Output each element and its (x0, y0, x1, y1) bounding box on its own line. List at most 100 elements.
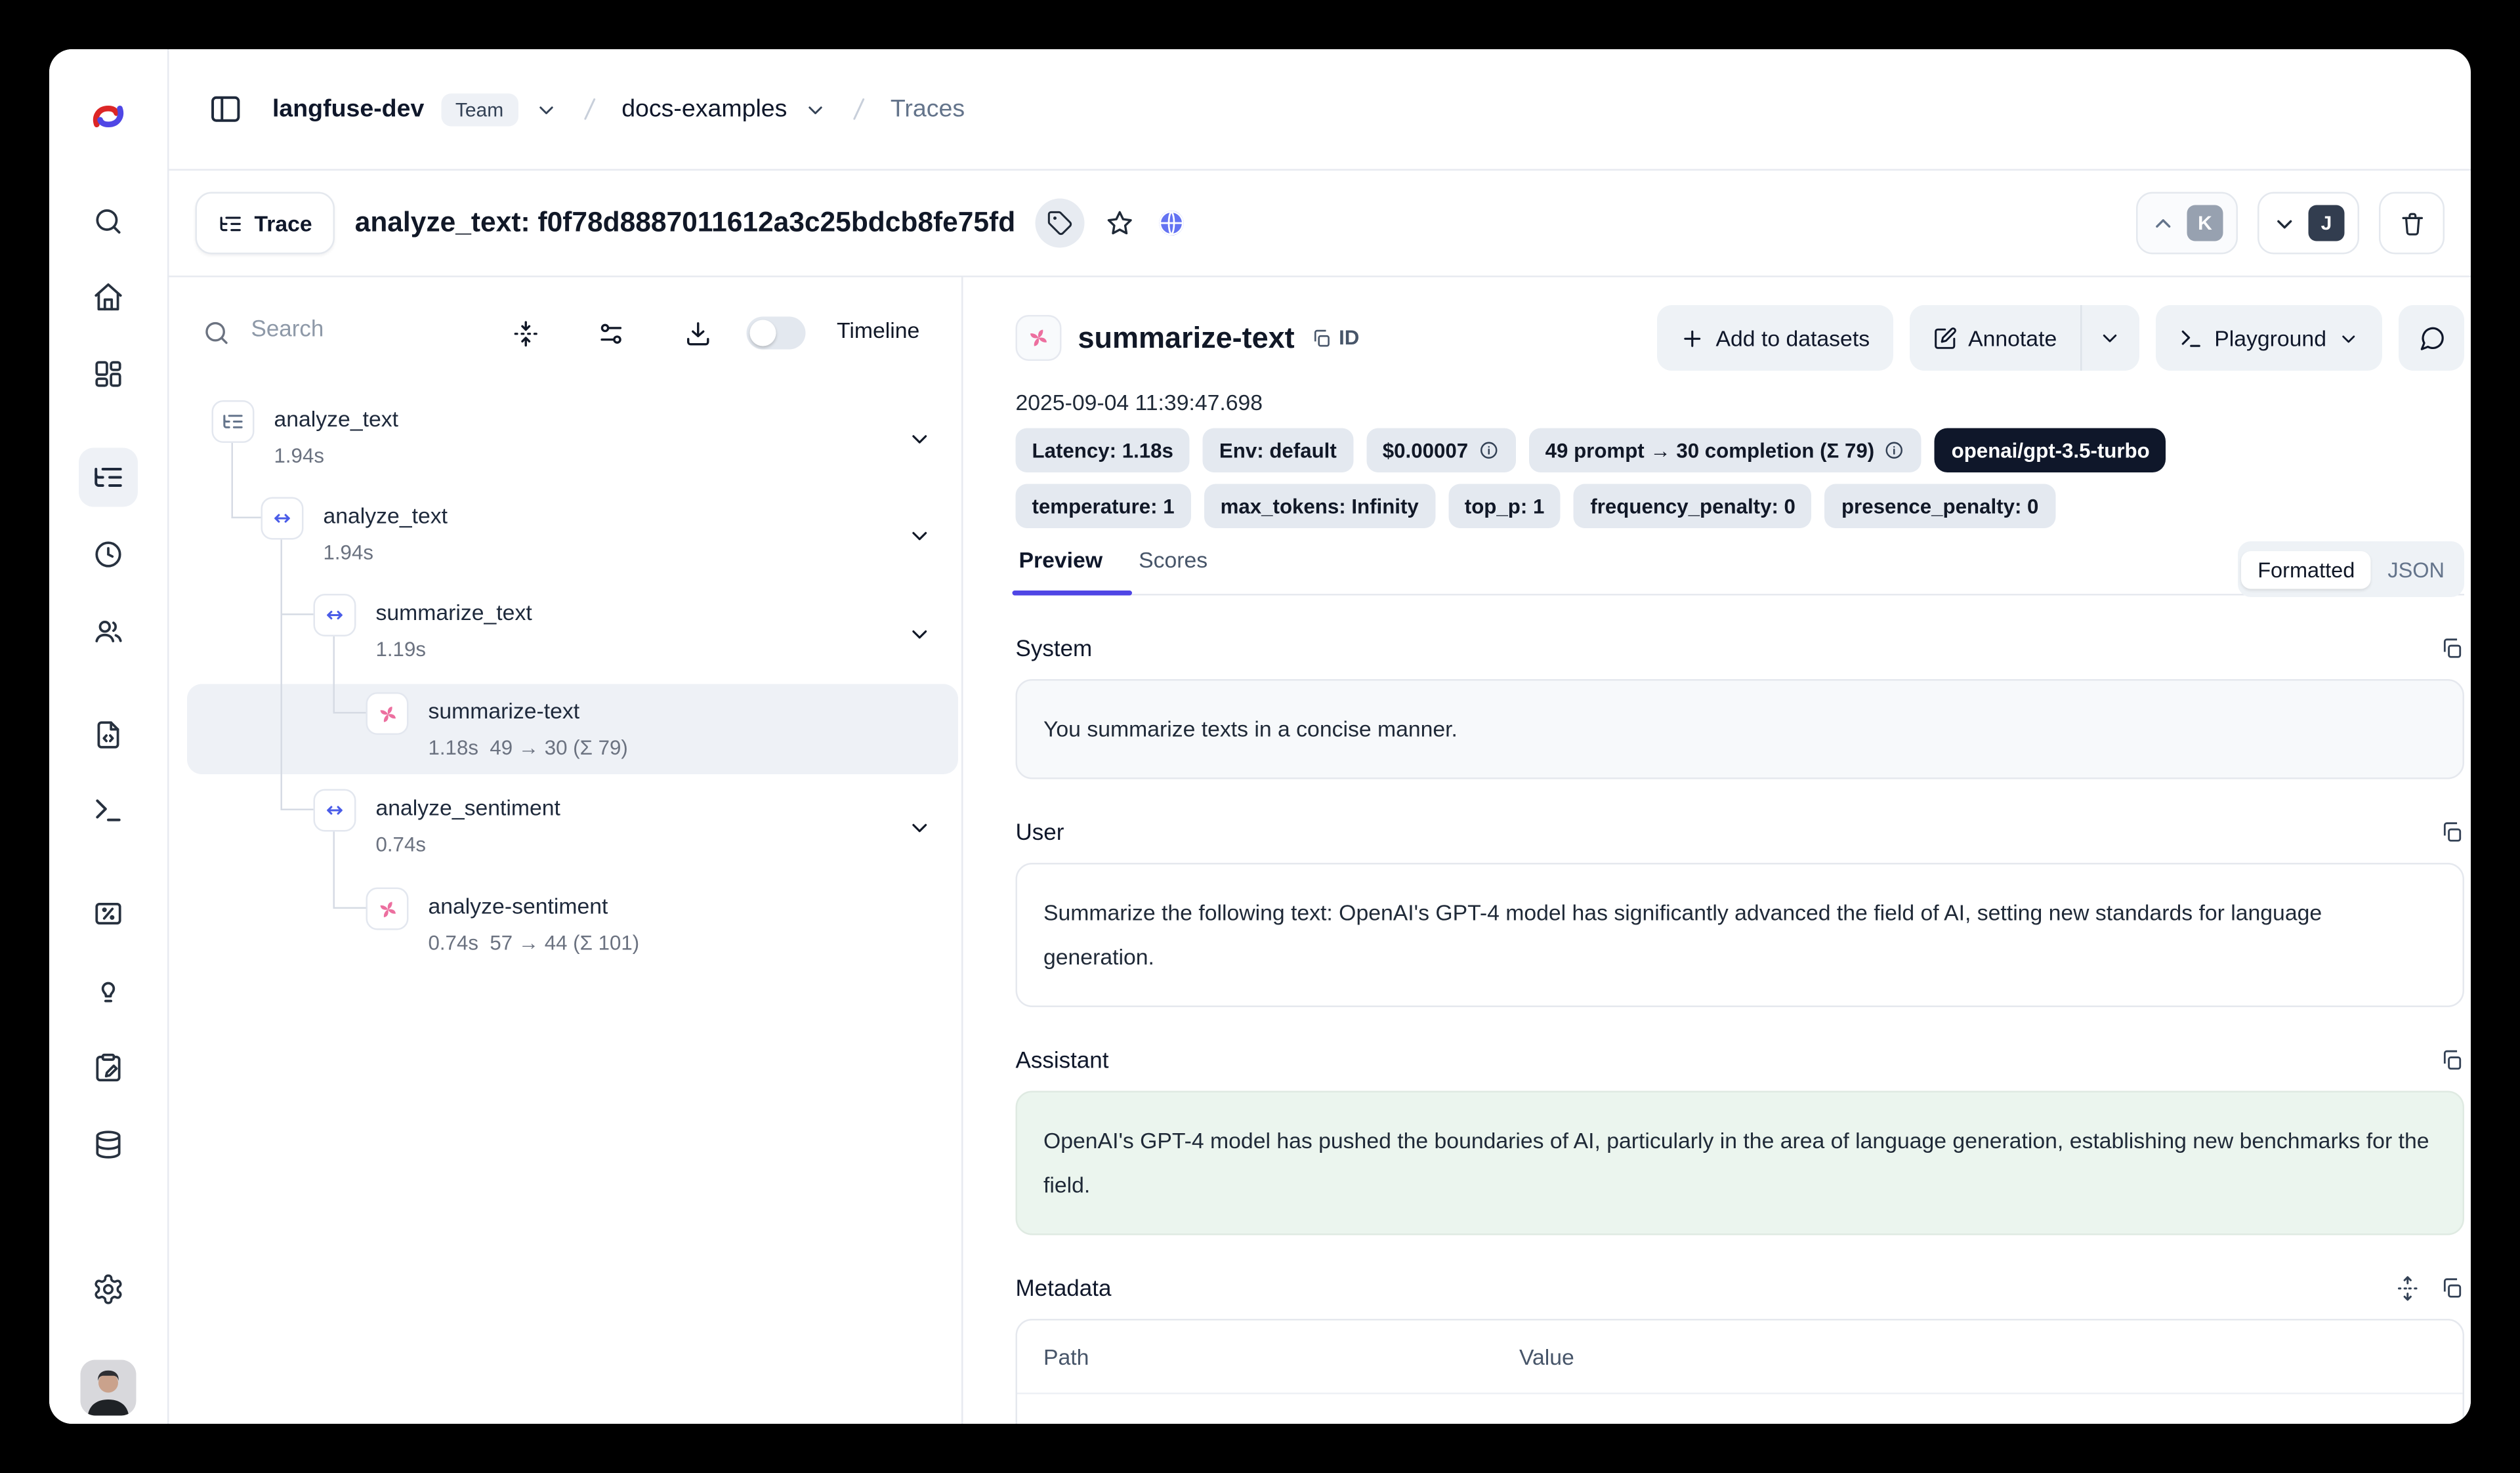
langfuse-logo-icon (87, 95, 130, 138)
scores-icon[interactable] (85, 891, 131, 937)
screen-background: langfuse-dev Team docs-examples Traces T… (0, 0, 2520, 1473)
project-chevron-down-icon[interactable] (803, 98, 826, 121)
copy-id-button[interactable]: ID (1311, 327, 1360, 350)
expand-vertical-icon[interactable] (2395, 1276, 2420, 1300)
project-name[interactable]: docs-examples (621, 95, 787, 123)
annotate-chevron-down-icon[interactable] (2080, 305, 2139, 371)
public-globe-icon[interactable] (1155, 207, 1188, 239)
annotation-queues-icon[interactable] (85, 1045, 131, 1091)
id-chip-label: ID (1339, 327, 1359, 350)
tree-node-label[interactable]: analyze_text (274, 407, 399, 433)
avatar[interactable] (81, 1360, 136, 1416)
detail-tabs: Preview Scores Formatted JSON (1016, 548, 2465, 596)
home-icon[interactable] (85, 274, 131, 320)
metadata-col-path: Path (1043, 1344, 1519, 1369)
tree-node-label[interactable]: analyze_sentiment (376, 796, 560, 822)
view-settings-icon[interactable] (587, 310, 633, 356)
prompts-icon[interactable] (85, 712, 131, 758)
system-message: You summarize texts in a concise manner. (1016, 679, 2465, 779)
tree-connector (232, 517, 261, 519)
chevron-down-icon[interactable] (908, 816, 933, 840)
datasets-icon[interactable] (85, 1122, 131, 1168)
trace-type-button[interactable]: Trace (196, 192, 335, 255)
tree-node-stats: 1.18s 49 → 30 (Σ 79) (429, 735, 628, 761)
model-params-row: temperature: 1 max_tokens: Infinity top_… (1016, 484, 2465, 529)
span-node-icon (314, 789, 356, 832)
chevron-down-icon[interactable] (908, 524, 933, 549)
tracing-icon[interactable] (79, 448, 138, 507)
tag-icon[interactable] (1035, 199, 1084, 248)
tab-preview[interactable]: Preview (1016, 548, 1106, 594)
comments-button[interactable] (2399, 305, 2464, 371)
sidebar-toggle-icon[interactable] (209, 92, 243, 127)
sessions-icon[interactable] (85, 531, 131, 577)
trace-title: analyze_text: f0f78d8887011612a3c25bdcb8… (355, 207, 1015, 239)
tree-node-label[interactable]: summarize_text (376, 600, 532, 627)
metadata-table-header: Path Value (1017, 1321, 2463, 1395)
dashboards-icon[interactable] (85, 351, 131, 397)
env-badge: Env: default (1203, 428, 1353, 473)
format-formatted-option[interactable]: Formatted (2241, 550, 2371, 589)
assistant-label: Assistant (1016, 1047, 1109, 1073)
chevron-down-icon[interactable] (908, 426, 933, 451)
trace-tree-panel: Timeline analyze_text 1.94s (169, 278, 963, 1424)
badges-row: Latency: 1.18s Env: default $0.00007 49 … (1016, 428, 2465, 473)
cost-badge[interactable]: $0.00007 (1366, 428, 1516, 473)
playground-button[interactable]: Playground (2155, 305, 2382, 371)
metadata-col-value: Value (1519, 1344, 1574, 1369)
breadcrumb-separator-icon (574, 94, 606, 125)
token-usage-badge[interactable]: 49 prompt → 30 completion (Σ 79) (1529, 428, 1922, 473)
tree-node-label[interactable]: analyze-sentiment (429, 894, 608, 921)
assistant-section: Assistant OpenAI's GPT-4 model has pushe… (1016, 1047, 2465, 1235)
annotate-button[interactable]: Annotate (1909, 305, 2080, 371)
next-shortcut-key: J (2309, 205, 2345, 241)
copy-icon[interactable] (2440, 1276, 2465, 1300)
next-trace-button[interactable]: J (2258, 192, 2359, 255)
format-json-option[interactable]: JSON (2371, 550, 2461, 589)
delete-trace-button[interactable] (2379, 192, 2445, 255)
users-icon[interactable] (85, 609, 131, 655)
trace-node-icon (212, 400, 255, 443)
search-icon[interactable] (85, 199, 131, 245)
star-icon[interactable] (1104, 207, 1135, 239)
param-badge: max_tokens: Infinity (1204, 484, 1435, 529)
span-node-icon (314, 594, 356, 636)
download-icon[interactable] (675, 310, 721, 356)
annotate-button-group: Annotate (1909, 305, 2139, 371)
model-badge[interactable]: openai/gpt-3.5-turbo (1935, 428, 2166, 473)
format-toggle: Formatted JSON (2238, 541, 2464, 597)
observation-detail-panel: summarize-text ID Add to datasets (963, 278, 2471, 1424)
page-title: Traces (891, 95, 965, 123)
tree-node-duration: 0.74s (376, 832, 426, 858)
tab-scores[interactable]: Scores (1135, 548, 1211, 594)
copy-icon[interactable] (2440, 1047, 2465, 1072)
timeline-toggle[interactable] (747, 317, 806, 350)
tree-connector (232, 440, 234, 517)
tree-node-label[interactable]: summarize-text (429, 699, 580, 725)
tree-node-label[interactable]: analyze_text (324, 504, 448, 530)
toggle-knob (750, 320, 776, 346)
tree-connector (281, 537, 283, 809)
metadata-section: Metadata Path Value (1016, 1275, 2465, 1424)
observation-timestamp: 2025-09-04 11:39:47.698 (1016, 390, 2465, 415)
tree-connector (333, 712, 366, 714)
settings-icon[interactable] (85, 1266, 131, 1312)
collapse-all-icon[interactable] (502, 310, 548, 356)
tree-connector (281, 613, 314, 615)
add-to-datasets-button[interactable]: Add to datasets (1657, 305, 1893, 371)
generation-node-icon (366, 692, 409, 735)
prev-trace-button[interactable]: K (2136, 192, 2238, 255)
copy-icon[interactable] (2440, 636, 2465, 661)
org-type-badge: Team (440, 93, 518, 125)
tree-connector (333, 633, 335, 712)
search-input[interactable] (248, 314, 452, 343)
param-badge: presence_penalty: 0 (1825, 484, 2055, 529)
org-chevron-down-icon[interactable] (535, 98, 558, 121)
breadcrumb: langfuse-dev Team docs-examples Traces (169, 49, 2471, 171)
content-split: Timeline analyze_text 1.94s (169, 278, 2471, 1424)
insights-icon[interactable] (85, 968, 131, 1014)
chevron-down-icon[interactable] (908, 622, 933, 647)
org-name[interactable]: langfuse-dev (272, 95, 424, 123)
copy-icon[interactable] (2440, 819, 2465, 844)
playground-icon[interactable] (85, 787, 131, 833)
